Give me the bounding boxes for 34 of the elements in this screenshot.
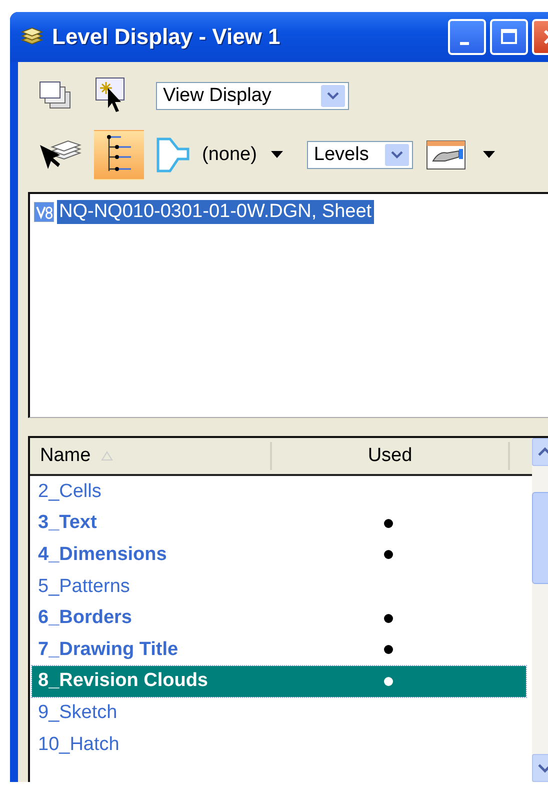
level-name: 5_Patterns	[37, 576, 131, 598]
level-name: 3_Text	[37, 512, 98, 534]
level-name: 2_Cells	[37, 480, 102, 503]
level-name: 8_Revision Clouds	[37, 670, 209, 692]
column-header[interactable]: Name	[30, 442, 272, 470]
type-dropdown[interactable]: Levels	[306, 141, 413, 169]
level-name: 7_Drawing Title	[37, 638, 180, 661]
tree-item[interactable]: NQ-NQ010-0301-01-0W.DGN, Sheet	[57, 200, 374, 224]
level-name: 6_Borders	[37, 607, 133, 630]
minimize-icon	[460, 42, 468, 44]
column-header[interactable]: Used	[272, 442, 510, 470]
chevron-down-icon	[538, 763, 548, 773]
chevron-up-icon	[538, 447, 548, 457]
level-row[interactable]: 9_Sketch	[32, 697, 526, 729]
hierarchy-toggle-icon[interactable]	[94, 130, 144, 180]
layers-icon	[20, 27, 44, 47]
maximize-button[interactable]	[490, 19, 528, 55]
level-row[interactable]: 3_Text	[32, 508, 526, 540]
filter-value: (none)	[202, 144, 257, 166]
minimize-button[interactable]	[448, 19, 486, 55]
level-name: 9_Sketch	[37, 702, 118, 724]
window-title: Level Display - View 1	[52, 24, 282, 50]
level-row[interactable]: 2_Cells	[32, 476, 526, 508]
file-icon	[34, 202, 54, 222]
level-row[interactable]: 7_Drawing Title	[32, 634, 526, 666]
level-row[interactable]: 4_Dimensions	[32, 539, 526, 571]
level-row[interactable]: 5_Patterns	[32, 570, 526, 602]
level-row[interactable]: 8_Revision Clouds	[32, 666, 526, 698]
level-name: 4_Dimensions	[37, 544, 168, 566]
level-name: 10_Hatch	[37, 734, 120, 756]
level-row[interactable]: 6_Borders	[32, 602, 526, 634]
level-row[interactable]: 10_Hatch	[32, 728, 526, 760]
view-dropdown[interactable]: View Display	[156, 82, 349, 110]
maximize-icon	[499, 27, 519, 47]
